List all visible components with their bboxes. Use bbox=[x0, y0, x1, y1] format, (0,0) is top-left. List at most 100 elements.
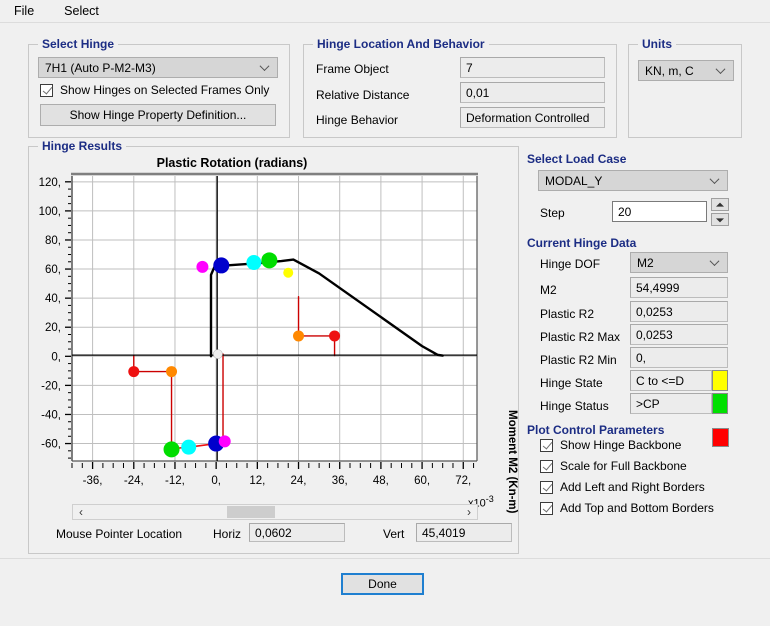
plastic-r2-label: Plastic R2 bbox=[540, 307, 595, 321]
menu-bar: File Select bbox=[0, 0, 770, 23]
show-hinge-backbone-checkbox[interactable]: Show Hinge Backbone bbox=[540, 438, 681, 452]
y-tick-label: -40, bbox=[41, 409, 61, 421]
checkbox-label: Show Hinges on Selected Frames Only bbox=[60, 83, 270, 97]
checkbox-box bbox=[40, 83, 53, 97]
done-label: Done bbox=[368, 577, 397, 591]
data-marker bbox=[213, 349, 223, 359]
show-hinges-selected-frames-checkbox[interactable]: Show Hinges on Selected Frames Only bbox=[40, 83, 269, 97]
y-tick-label: -20, bbox=[41, 380, 61, 392]
vert-value: 45,4019 bbox=[422, 525, 466, 540]
checkbox-label: Add Left and Right Borders bbox=[560, 480, 705, 494]
chevron-left-icon[interactable]: ‹ bbox=[73, 505, 89, 519]
step-increment-button[interactable] bbox=[711, 198, 729, 211]
chart-y-axis-label: Moment M2 (Kn-m) bbox=[506, 410, 518, 514]
frame-object-field[interactable]: 7 bbox=[460, 57, 605, 78]
y-tick-label: 60, bbox=[45, 264, 61, 276]
step-decrement-button[interactable] bbox=[711, 213, 729, 226]
x-tick-label: -36, bbox=[83, 475, 103, 487]
hinge-select-value: 7H1 (Auto P-M2-M3) bbox=[45, 60, 156, 75]
hinge-status-label: Hinge Status bbox=[540, 399, 609, 413]
current-hinge-data-heading: Current Hinge Data bbox=[527, 236, 637, 250]
horiz-value-field: 0,0602 bbox=[249, 523, 345, 542]
m2-value: 54,4999 bbox=[636, 280, 680, 295]
checkbox-box bbox=[540, 480, 553, 494]
scrollbar-thumb[interactable] bbox=[227, 506, 275, 518]
hinge-state-field: C to <=D bbox=[630, 370, 712, 391]
data-marker bbox=[329, 330, 341, 342]
y-tick-label: 120, bbox=[39, 177, 61, 189]
hinge-dof-label: Hinge DOF bbox=[540, 257, 601, 271]
y-tick-label: 40, bbox=[45, 293, 61, 305]
step-field[interactable]: 20 bbox=[612, 201, 707, 222]
data-marker bbox=[246, 255, 262, 271]
chevron-down-icon bbox=[717, 65, 726, 74]
x-tick-label: 12, bbox=[249, 475, 265, 487]
load-case-combo[interactable]: MODAL_Y bbox=[538, 170, 728, 191]
data-marker bbox=[166, 366, 178, 378]
menu-item-select[interactable]: Select bbox=[60, 2, 103, 20]
data-marker bbox=[163, 441, 180, 458]
plot-canvas: 120, 100, 80, 60, 40, 20, 0, -20, -40, -60, -36, -2… bbox=[39, 172, 478, 487]
chevron-down-icon bbox=[711, 175, 720, 184]
plastic-r2-value: 0,0253 bbox=[636, 304, 673, 319]
show-hinge-property-definition-button[interactable]: Show Hinge Property Definition... bbox=[40, 104, 276, 126]
frame-object-value: 7 bbox=[466, 60, 473, 75]
plot-background bbox=[72, 176, 477, 461]
chevron-right-icon[interactable]: › bbox=[461, 505, 477, 519]
hinge-status-value: >CP bbox=[636, 396, 660, 411]
hinge-state-color-swatch bbox=[712, 370, 728, 391]
x-tick-label: 72, bbox=[455, 475, 471, 487]
horiz-value: 0,0602 bbox=[255, 525, 292, 540]
hinge-state-value: C to <=D bbox=[636, 373, 685, 388]
plastic-r2-max-field: 0,0253 bbox=[630, 324, 728, 345]
plot-control-parameters-heading: Plot Control Parameters bbox=[527, 423, 665, 437]
data-marker bbox=[181, 439, 197, 455]
scrollbar-track[interactable] bbox=[89, 505, 461, 519]
scale-for-full-backbone-checkbox[interactable]: Scale for Full Backbone bbox=[540, 459, 687, 473]
add-top-and-bottom-borders-checkbox[interactable]: Add Top and Bottom Borders bbox=[540, 501, 714, 515]
chevron-down-icon bbox=[711, 257, 720, 266]
horiz-label: Horiz bbox=[213, 527, 242, 541]
vert-value-field: 45,4019 bbox=[416, 523, 512, 542]
add-left-and-right-borders-checkbox[interactable]: Add Left and Right Borders bbox=[540, 480, 705, 494]
data-marker bbox=[293, 330, 305, 342]
units-group: Units bbox=[628, 37, 742, 138]
hinge-select-combo[interactable]: 7H1 (Auto P-M2-M3) bbox=[38, 57, 278, 78]
hinge-dof-combo[interactable]: M2 bbox=[630, 252, 728, 273]
select-load-case-heading: Select Load Case bbox=[527, 152, 627, 166]
plastic-r2-max-value: 0,0253 bbox=[636, 327, 673, 342]
x-tick-label: 48, bbox=[373, 475, 389, 487]
hinge-dof-value: M2 bbox=[637, 255, 654, 270]
menu-item-file[interactable]: File bbox=[10, 2, 38, 20]
relative-distance-label: Relative Distance bbox=[316, 88, 410, 102]
x-tick-label: 60, bbox=[414, 475, 430, 487]
step-value: 20 bbox=[618, 204, 632, 219]
frame-object-label: Frame Object bbox=[316, 62, 389, 76]
hinge-state-label: Hinge State bbox=[540, 376, 603, 390]
checkbox-label: Show Hinge Backbone bbox=[560, 438, 682, 452]
x-tick-label: -24, bbox=[124, 475, 144, 487]
relative-distance-field[interactable]: 0,01 bbox=[460, 82, 605, 103]
checkbox-label: Add Top and Bottom Borders bbox=[560, 501, 714, 515]
y-tick-label: 80, bbox=[45, 235, 61, 247]
chevron-down-icon bbox=[261, 62, 270, 71]
x-tick-label: 24, bbox=[291, 475, 307, 487]
vert-label: Vert bbox=[383, 527, 405, 541]
button-label: Show Hinge Property Definition... bbox=[69, 108, 247, 122]
hinge-behavior-label: Hinge Behavior bbox=[316, 113, 399, 127]
data-marker bbox=[196, 260, 209, 273]
done-button[interactable]: Done bbox=[341, 573, 424, 595]
units-combo[interactable]: KN, m, C bbox=[638, 60, 734, 81]
x-tick-label: 0, bbox=[211, 475, 221, 487]
load-case-value: MODAL_Y bbox=[545, 173, 603, 188]
data-marker bbox=[213, 257, 230, 274]
y-tick-label: 100, bbox=[39, 206, 61, 218]
hinge-location-legend: Hinge Location And Behavior bbox=[313, 37, 489, 51]
units-legend: Units bbox=[638, 37, 676, 51]
m2-label: M2 bbox=[540, 283, 557, 297]
plastic-r2-min-value: 0, bbox=[636, 350, 647, 365]
chart-horizontal-scrollbar[interactable]: ‹ › bbox=[72, 504, 478, 520]
data-marker bbox=[218, 435, 231, 448]
y-tick-label: -60, bbox=[41, 439, 61, 451]
units-value: KN, m, C bbox=[645, 63, 694, 78]
